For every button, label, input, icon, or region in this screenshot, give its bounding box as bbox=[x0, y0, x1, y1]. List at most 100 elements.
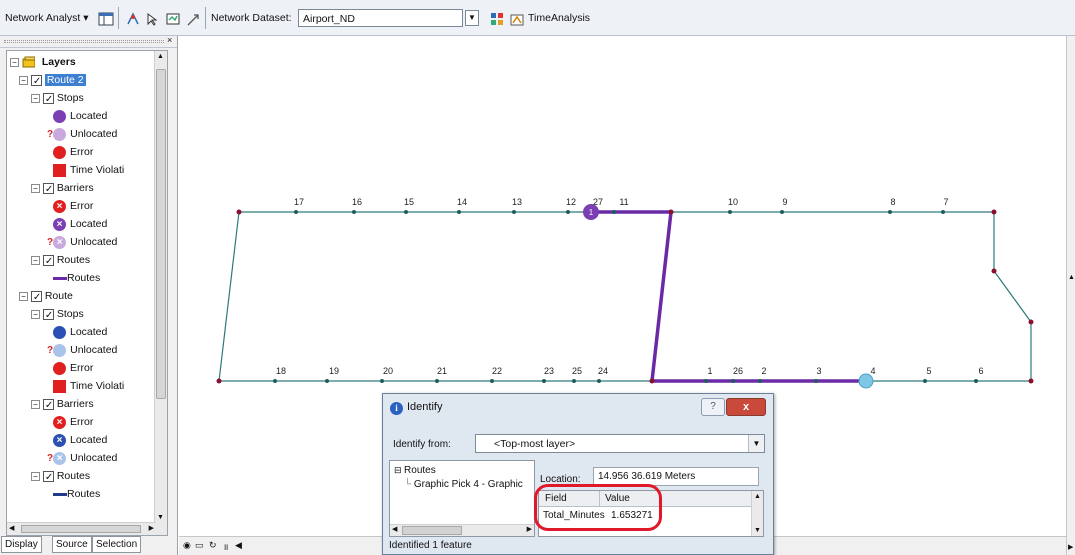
red-circle-icon bbox=[53, 145, 66, 159]
create-location-icon[interactable] bbox=[124, 10, 140, 28]
scroll-up-icon[interactable]: ▲ bbox=[1068, 274, 1075, 281]
toc-layer-route-2[interactable]: − Route 2 bbox=[19, 71, 86, 91]
network-analyst-menu[interactable]: Network Analyst ▾ bbox=[5, 9, 88, 27]
collapse-icon[interactable]: − bbox=[31, 399, 40, 409]
tab-source[interactable]: Source bbox=[52, 536, 92, 553]
solve-icon[interactable] bbox=[164, 10, 180, 28]
scroll-thumb[interactable] bbox=[156, 69, 166, 399]
scroll-right-icon[interactable]: ▶ bbox=[527, 525, 532, 533]
network-dataset-label: Network Dataset: bbox=[211, 12, 292, 24]
stop-2-marker[interactable] bbox=[858, 373, 874, 389]
tab-selection[interactable]: Selection bbox=[92, 536, 142, 553]
layout-view-icon[interactable]: ▭ bbox=[195, 540, 204, 551]
highlight-annotation bbox=[534, 484, 662, 531]
scroll-up-icon[interactable]: ▲ bbox=[754, 493, 761, 500]
edge-label: 21 bbox=[437, 366, 447, 376]
edge-label: 1 bbox=[707, 366, 712, 376]
network-identify-icon[interactable] bbox=[488, 10, 504, 28]
legend-barriers-error: × Error bbox=[53, 197, 93, 215]
layer-checkbox[interactable] bbox=[30, 289, 42, 307]
collapse-icon[interactable]: − bbox=[10, 57, 19, 67]
toc-group-routes[interactable]: − Routes bbox=[31, 467, 90, 487]
chevron-down-icon[interactable]: ▼ bbox=[748, 435, 764, 452]
collapse-icon[interactable]: − bbox=[31, 309, 40, 319]
edge-label: 20 bbox=[383, 366, 393, 376]
scroll-left-icon[interactable]: ◀ bbox=[9, 524, 14, 532]
edge-label: 11 bbox=[619, 197, 628, 207]
layer-checkbox[interactable] bbox=[42, 181, 54, 199]
network-dataset-dropdown[interactable]: Airport_ND bbox=[298, 9, 463, 27]
layer-checkbox[interactable] bbox=[42, 253, 54, 271]
collapse-icon[interactable]: − bbox=[31, 93, 40, 103]
select-move-location-icon[interactable] bbox=[144, 10, 160, 28]
toc-layer-route[interactable]: − Route bbox=[19, 287, 73, 307]
collapse-icon[interactable]: − bbox=[19, 75, 28, 85]
scroll-left-icon[interactable]: ◀ bbox=[235, 540, 242, 551]
edge-label: 10 bbox=[728, 197, 738, 207]
identify-from-dropdown[interactable]: <Top-most layer> ▼ bbox=[475, 434, 765, 453]
scroll-thumb[interactable] bbox=[21, 525, 141, 533]
toc-group-barriers[interactable]: − Barriers bbox=[31, 179, 94, 199]
scroll-down-icon[interactable]: ▼ bbox=[157, 514, 164, 521]
legend-stops-located: Located bbox=[53, 107, 107, 125]
toc-header: × bbox=[0, 35, 177, 48]
legend-stops-unlocated: ? Unlocated bbox=[47, 127, 118, 141]
scroll-right-icon[interactable]: ▶ bbox=[149, 524, 154, 532]
collapse-icon[interactable]: − bbox=[19, 291, 28, 301]
light-blue-circle-icon bbox=[53, 343, 67, 357]
network-junctions bbox=[273, 210, 978, 383]
refresh-icon[interactable]: ↻ bbox=[209, 540, 217, 551]
close-button[interactable]: x bbox=[726, 398, 766, 416]
help-button[interactable]: ? bbox=[701, 398, 725, 416]
collapse-icon[interactable]: − bbox=[31, 183, 40, 193]
directions-icon[interactable] bbox=[184, 10, 200, 28]
toc-group-barriers[interactable]: − Barriers bbox=[31, 395, 94, 415]
scroll-thumb[interactable] bbox=[402, 526, 462, 535]
layer-checkbox[interactable] bbox=[42, 307, 54, 325]
identify-results-tree[interactable]: ⊟ Routes └ Graphic Pick 4 - Graphic ◀ ▶ bbox=[389, 460, 535, 537]
scroll-up-icon[interactable]: ▲ bbox=[157, 53, 164, 60]
collapse-icon[interactable]: − bbox=[31, 255, 40, 265]
layer-checkbox[interactable] bbox=[42, 91, 54, 109]
pause-icon[interactable]: ॥ bbox=[223, 540, 228, 553]
edge-label: 24 bbox=[598, 366, 608, 376]
red-circle-icon bbox=[53, 361, 66, 375]
toc-group-stops[interactable]: − Stops bbox=[31, 305, 84, 325]
edge-label: 23 bbox=[544, 366, 554, 376]
collapse-icon[interactable]: − bbox=[31, 471, 40, 481]
tree-node-graphic-pick[interactable]: └ Graphic Pick 4 - Graphic bbox=[404, 479, 523, 490]
layer-checkbox[interactable] bbox=[42, 469, 54, 487]
blue-circle-icon bbox=[53, 325, 66, 339]
map-vertical-scrollbar[interactable]: ▲ ▶ bbox=[1066, 36, 1075, 555]
network-analyst-window-icon[interactable] bbox=[97, 10, 114, 28]
scroll-left-icon[interactable]: ◀ bbox=[392, 525, 397, 533]
dialog-title-bar[interactable]: i Identify ? x bbox=[383, 394, 773, 422]
toc-group-routes[interactable]: − Routes bbox=[31, 251, 90, 271]
toc-root[interactable]: − Layers bbox=[10, 53, 76, 71]
red-x-circle-icon: × bbox=[53, 415, 66, 429]
scroll-down-icon[interactable]: ▼ bbox=[754, 527, 761, 534]
toc-vertical-scrollbar[interactable]: ▲ ▼ bbox=[154, 51, 167, 535]
tree-node-routes[interactable]: ⊟ Routes bbox=[394, 465, 436, 476]
data-view-icon[interactable]: ◉ bbox=[183, 540, 191, 551]
edge-label: 2 bbox=[761, 366, 766, 376]
route-path bbox=[591, 210, 866, 383]
time-analysis-icon[interactable] bbox=[508, 10, 524, 28]
grid-vertical-scrollbar[interactable]: ▲ ▼ bbox=[751, 491, 763, 536]
toc-group-stops[interactable]: − Stops bbox=[31, 89, 84, 109]
toc-horizontal-scrollbar[interactable]: ◀ ▶ bbox=[7, 522, 156, 535]
red-square-icon bbox=[53, 163, 66, 177]
chevron-down-icon[interactable]: ▼ bbox=[465, 10, 479, 26]
layer-checkbox[interactable] bbox=[30, 73, 42, 91]
tab-display[interactable]: Display bbox=[1, 536, 42, 553]
close-icon[interactable]: × bbox=[167, 35, 172, 45]
layer-checkbox[interactable] bbox=[42, 397, 54, 415]
light-purple-x-circle-icon: × bbox=[53, 235, 67, 249]
edge-label: 22 bbox=[492, 366, 502, 376]
identify-from-value: <Top-most layer> bbox=[494, 438, 576, 450]
scroll-right-icon[interactable]: ▶ bbox=[1068, 543, 1073, 551]
tree-horizontal-scrollbar[interactable]: ◀ ▶ bbox=[390, 524, 534, 536]
time-analysis-label[interactable]: TimeAnalysis bbox=[528, 9, 590, 27]
legend-barriers-located: × Located bbox=[53, 431, 107, 449]
info-icon: i bbox=[390, 402, 403, 415]
